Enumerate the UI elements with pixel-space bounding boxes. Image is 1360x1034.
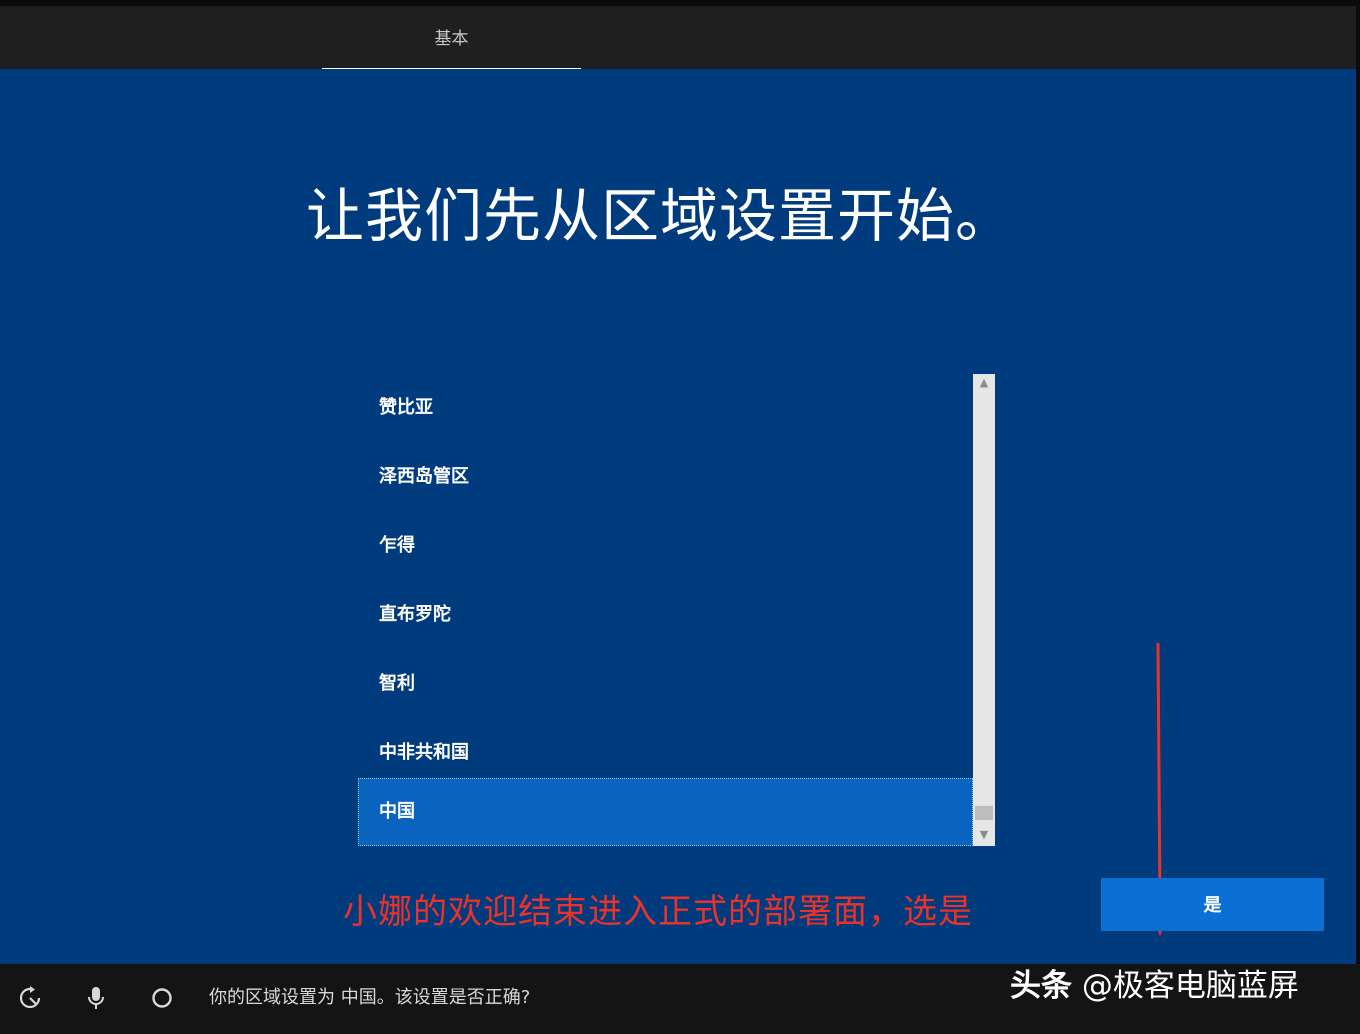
region-list-items: 赞比亚 泽西岛管区 乍得 直布罗陀 智利 中非共和国 中国 bbox=[358, 374, 973, 846]
watermark-source: 头条 bbox=[1010, 968, 1072, 1004]
list-scrollbar[interactable]: ▲ ▼ bbox=[973, 374, 995, 846]
list-item[interactable]: 乍得 bbox=[358, 512, 973, 580]
list-item[interactable]: 直布罗陀 bbox=[358, 581, 973, 649]
bottom-bar: 你的区域设置为 中国。该设置是否正确? 头条 @极客电脑蓝屏 bbox=[0, 964, 1360, 1034]
scroll-thumb[interactable] bbox=[975, 806, 993, 820]
cortana-circle-icon[interactable] bbox=[148, 984, 176, 1012]
tab-basic[interactable]: 基本 bbox=[322, 6, 581, 69]
status-text: 你的区域设置为 中国。该设置是否正确? bbox=[209, 987, 531, 1008]
watermark: 头条 @极客电脑蓝屏 bbox=[1010, 966, 1299, 1006]
top-bar: 基本 bbox=[0, 6, 1356, 71]
yes-button[interactable]: 是 bbox=[1101, 878, 1324, 931]
ease-of-access-icon[interactable] bbox=[16, 984, 44, 1012]
page-title: 让我们先从区域设置开始。 bbox=[305, 182, 1014, 250]
list-item-selected[interactable]: 中国 bbox=[358, 778, 973, 846]
list-item[interactable]: 智利 bbox=[358, 650, 973, 718]
list-item[interactable]: 泽西岛管区 bbox=[358, 443, 973, 511]
scroll-up-icon[interactable]: ▲ bbox=[973, 374, 995, 392]
microphone-icon[interactable] bbox=[82, 984, 110, 1012]
list-item[interactable]: 中非共和国 bbox=[358, 719, 973, 787]
scroll-down-icon[interactable]: ▼ bbox=[973, 826, 995, 844]
region-listbox[interactable]: 赞比亚 泽西岛管区 乍得 直布罗陀 智利 中非共和国 中国 ▲ ▼ bbox=[358, 374, 995, 846]
main-panel: 让我们先从区域设置开始。 赞比亚 泽西岛管区 乍得 直布罗陀 智利 中非共和国 … bbox=[0, 69, 1356, 964]
annotation-text: 小娜的欢迎结束进入正式的部署面，选是 bbox=[343, 892, 973, 932]
watermark-author: @极客电脑蓝屏 bbox=[1081, 968, 1299, 1004]
list-item[interactable]: 赞比亚 bbox=[358, 374, 973, 442]
